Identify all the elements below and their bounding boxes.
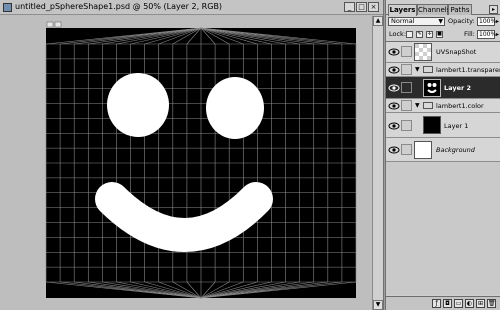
- eye-icon[interactable]: [388, 121, 400, 131]
- eye-icon[interactable]: [388, 101, 400, 111]
- vertical-scrollbar[interactable]: ▲ ▼: [372, 16, 383, 310]
- right-eye: [206, 77, 264, 139]
- opacity-label: Opacity:: [448, 17, 475, 25]
- lock-position-checkbox[interactable]: ✛: [426, 31, 433, 38]
- blend-mode-value: Normal: [391, 17, 415, 25]
- palette-tabs: Layers Channels Paths: [386, 4, 500, 16]
- layer-row-background[interactable]: Background: [386, 138, 500, 162]
- lock-image-checkbox[interactable]: ✎: [416, 31, 423, 38]
- close-button[interactable]: ×: [368, 2, 379, 12]
- folder-icon: [423, 102, 433, 109]
- scroll-up-arrow-icon[interactable]: ▲: [373, 16, 383, 26]
- layer-thumbnail: [423, 79, 441, 97]
- new-layer-icon[interactable]: ⊞: [476, 299, 485, 308]
- palette-menu-button[interactable]: ▸: [489, 5, 498, 14]
- layer-list: UVSnapShot ▼ lambert1.transparency Layer…: [386, 41, 500, 295]
- opacity-slider-arrow-icon[interactable]: ▸: [496, 18, 499, 25]
- document-window: untitled_pSphereShape1.psd @ 50% (Layer …: [0, 0, 383, 310]
- layer-link-box[interactable]: [401, 64, 412, 75]
- layer-name: Layer 2: [444, 84, 471, 92]
- tab-paths[interactable]: Paths: [448, 4, 472, 15]
- layer-thumbnail: [414, 141, 432, 159]
- minimize-button[interactable]: _: [344, 2, 355, 12]
- layer-set-lambert1-transparency[interactable]: ▼ lambert1.transparency: [386, 63, 500, 77]
- photoshop-doc-icon: [3, 3, 12, 12]
- lock-all-checkbox[interactable]: ■: [436, 31, 443, 38]
- folder-icon: [423, 66, 433, 73]
- fill-field[interactable]: 100%: [477, 30, 496, 39]
- opacity-field[interactable]: 100%: [477, 17, 496, 26]
- brush-icon[interactable]: [401, 82, 412, 93]
- blend-mode-select[interactable]: Normal ▼: [388, 17, 445, 26]
- layer-set-name: lambert1.transparency: [436, 66, 500, 74]
- fill-slider-arrow-icon[interactable]: ▸: [496, 31, 499, 38]
- tab-layers[interactable]: Layers: [388, 4, 417, 16]
- layer-row-layer-2[interactable]: Layer 2: [386, 77, 500, 99]
- lock-transparency-checkbox[interactable]: [406, 31, 413, 38]
- layer-row-layer-1[interactable]: Layer 1: [386, 113, 500, 138]
- chevron-down-icon: ▼: [438, 18, 443, 25]
- adjustment-layer-icon[interactable]: ◐: [465, 299, 474, 308]
- layer-link-box[interactable]: [401, 46, 412, 57]
- layer-link-box[interactable]: [401, 100, 412, 111]
- layer-thumbnail: [414, 43, 432, 61]
- layers-palette: Layers Channels Paths ▸ Normal ▼ Opacity…: [385, 0, 500, 310]
- document-title-bar[interactable]: untitled_pSphereShape1.psd @ 50% (Layer …: [0, 0, 383, 15]
- layer-mask-icon[interactable]: ◘: [443, 299, 452, 308]
- layer-link-box[interactable]: [401, 144, 412, 155]
- lock-label: Lock:: [389, 30, 407, 38]
- new-set-icon[interactable]: ▭: [454, 299, 463, 308]
- eye-icon[interactable]: [388, 47, 400, 57]
- document-title: untitled_pSphereShape1.psd @ 50% (Layer …: [15, 2, 223, 11]
- layer-set-name: lambert1.color: [436, 102, 484, 110]
- maximize-button[interactable]: □: [356, 2, 367, 12]
- corner-marker: [46, 21, 54, 28]
- eye-icon[interactable]: [388, 83, 400, 93]
- scroll-down-arrow-icon[interactable]: ▼: [373, 300, 383, 310]
- canvas-area[interactable]: [0, 16, 372, 310]
- layer-row-uvsnapshot[interactable]: UVSnapShot: [386, 42, 500, 63]
- left-eye: [107, 73, 169, 137]
- layer-name: Layer 1: [444, 122, 469, 130]
- palette-bottom-bar: ƒ ◘ ▭ ◐ ⊞ 🗑: [386, 296, 500, 310]
- expand-triangle-icon[interactable]: ▼: [415, 102, 420, 109]
- layer-style-icon[interactable]: ƒ: [432, 299, 441, 308]
- fill-label: Fill:: [464, 30, 475, 38]
- expand-triangle-icon[interactable]: ▼: [415, 66, 420, 73]
- corner-marker: [54, 21, 62, 28]
- layer-link-box[interactable]: [401, 120, 412, 131]
- tab-channels[interactable]: Channels: [417, 4, 450, 15]
- trash-icon[interactable]: 🗑: [487, 299, 496, 308]
- eye-icon[interactable]: [388, 145, 400, 155]
- layer-thumbnail: [423, 116, 441, 134]
- eye-icon[interactable]: [388, 65, 400, 75]
- layer-name: Background: [436, 146, 475, 154]
- canvas[interactable]: [0, 16, 372, 310]
- layer-set-lambert1-color[interactable]: ▼ lambert1.color: [386, 99, 500, 113]
- layer-name: UVSnapShot: [436, 48, 477, 56]
